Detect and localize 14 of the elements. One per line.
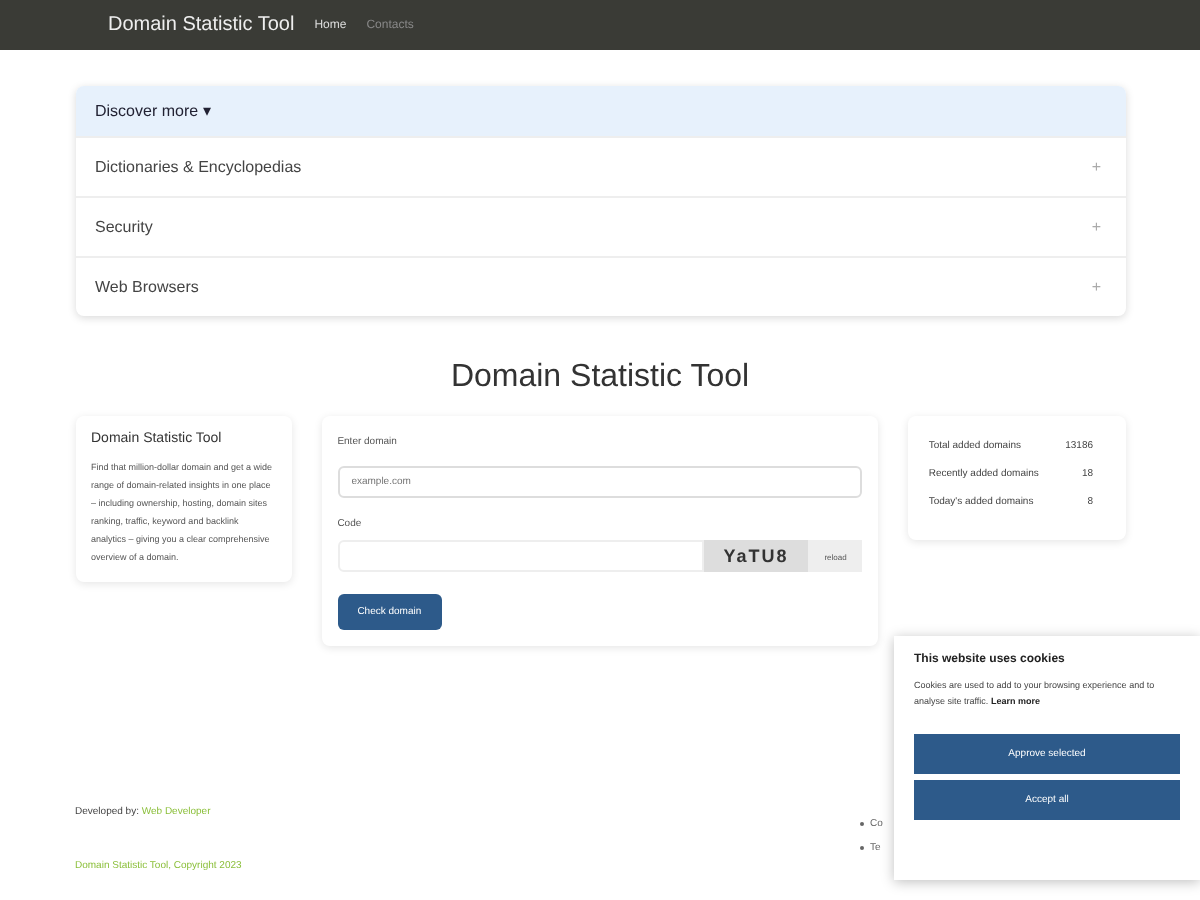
accordion-item-label: Web Browsers [95, 278, 199, 296]
expand-icon: + [1091, 278, 1101, 296]
captcha-image: YaTU8 [703, 540, 809, 572]
accordion-item[interactable]: Dictionaries & Encyclopedias + [75, 136, 1125, 196]
navbar-brand[interactable]: Domain Statistic Tool [108, 14, 295, 36]
code-field[interactable] [337, 540, 704, 572]
accordion-item[interactable]: Web Browsers + [75, 256, 1125, 316]
accordion-header[interactable]: Discover more ▾ [75, 86, 1125, 136]
page-heading: Domain Statistic Tool [448, 360, 752, 396]
accordion-item[interactable]: Security + [75, 196, 1125, 256]
accordion-item-label: Dictionaries & Encyclopedias [95, 158, 302, 176]
expand-icon: + [1091, 218, 1101, 236]
accordion-item-label: Security [95, 218, 153, 236]
expand-icon: + [1091, 158, 1101, 176]
